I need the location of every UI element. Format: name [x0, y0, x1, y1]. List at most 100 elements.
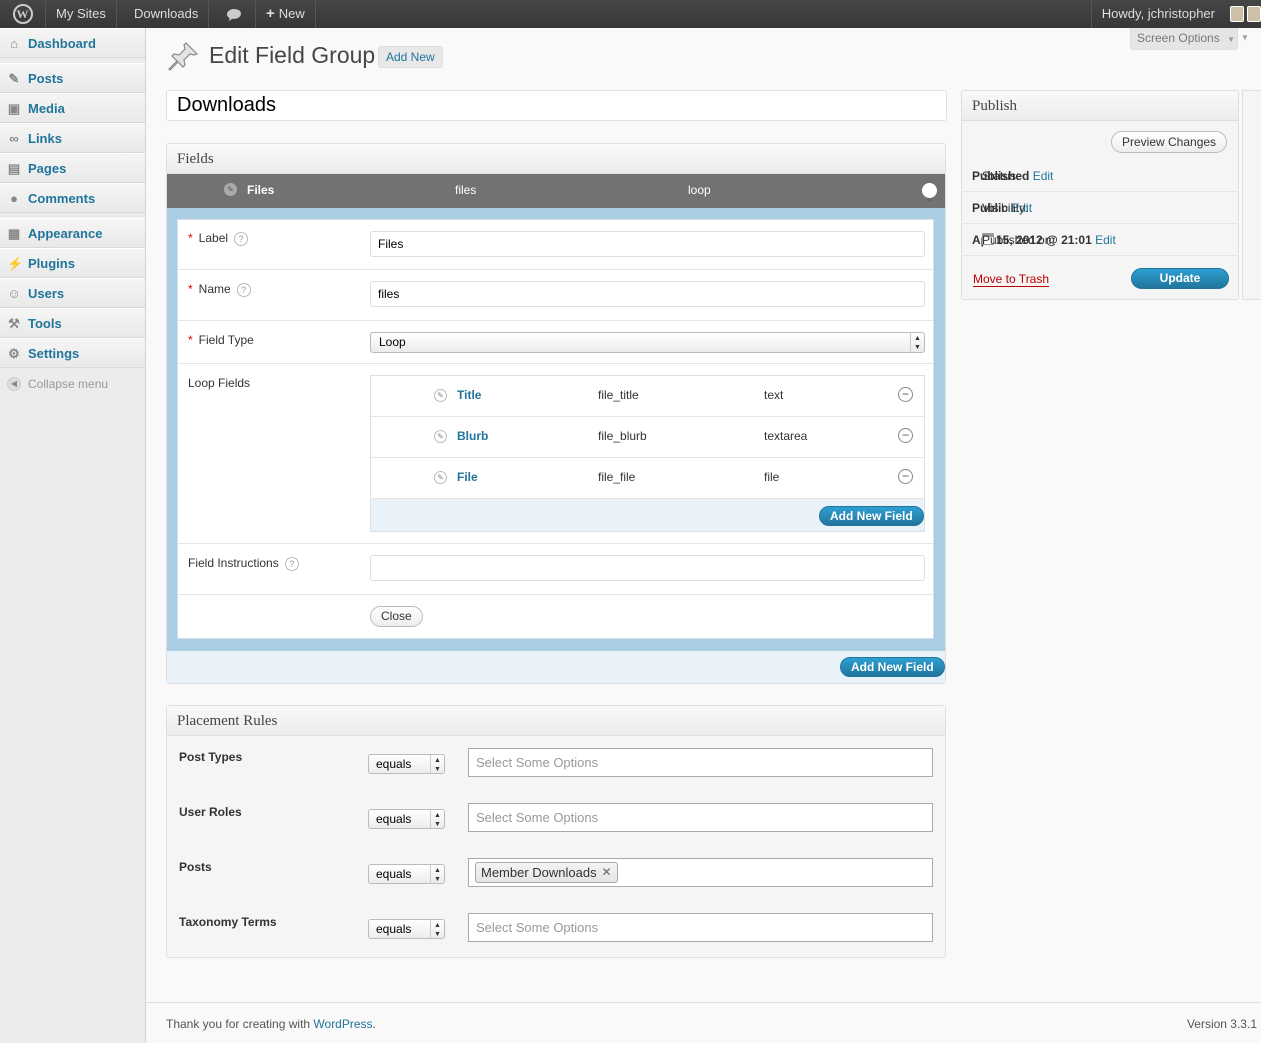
instructions-text: Field Instructions	[188, 556, 279, 570]
loop-fields-footer: Add New Field	[371, 499, 924, 531]
screen-options-button[interactable]: Screen Options ▼	[1130, 28, 1238, 50]
loop-field-name: file_blurb	[598, 429, 647, 443]
remove-chip-icon[interactable]: ✕	[602, 863, 612, 882]
page-icon: ▤	[7, 161, 21, 176]
field-label[interactable]: Files	[247, 174, 274, 206]
comment-icon: ●	[10, 191, 18, 206]
add-new-field-button[interactable]: Add New Field	[840, 657, 945, 677]
sidebar-item-dashboard[interactable]: ⌂ Dashboard	[0, 28, 145, 58]
publish-metabox: Publish Preview Changes Status: Publishe…	[961, 90, 1239, 300]
screen-options-label: Screen Options	[1137, 31, 1220, 45]
sidebar-item-users[interactable]: ☺ Users	[0, 278, 145, 308]
post-title-input[interactable]: Downloads	[166, 90, 947, 121]
pushpin-icon	[166, 40, 200, 74]
select-arrows-icon: ▲ ▼	[430, 810, 444, 828]
taxonomy-terms-operator-select[interactable]: equals ▲ ▼	[368, 919, 445, 939]
select-arrows-icon: ▲ ▼	[430, 920, 444, 938]
posts-input[interactable]: Member Downloads ✕	[468, 858, 933, 887]
instructions-row: Field Instructions?	[178, 544, 933, 595]
field-editor: * Label? Files * Name? files * Field Type L…	[177, 219, 934, 639]
sidebar-item-plugins[interactable]: ⚡ Plugins	[0, 248, 145, 278]
taxonomy-terms-input[interactable]: Select Some Options	[468, 913, 933, 942]
avatar[interactable]	[1230, 6, 1244, 22]
loop-field-type: textarea	[764, 429, 808, 443]
sidebar-item-comments[interactable]: ● Comments	[0, 183, 145, 213]
instructions-input[interactable]	[370, 555, 925, 581]
loop-add-new-field-button[interactable]: Add New Field	[819, 506, 924, 526]
remove-field-icon[interactable]: −	[898, 469, 913, 484]
sidebar-item-links[interactable]: ∞ Links	[0, 123, 145, 153]
howdy-user-link[interactable]: Howdy, jchristopher	[1090, 0, 1225, 28]
partial-metabox-edge	[1242, 90, 1261, 300]
footer-credit: Thank you for creating with WordPress.	[166, 1017, 376, 1031]
field-row-header[interactable]: ✎ Files files loop −	[167, 174, 945, 208]
selected-post-chip: Member Downloads ✕	[475, 862, 618, 883]
loop-field-row[interactable]: ✎ Title file_title text −	[371, 376, 924, 417]
close-button[interactable]: Close	[370, 606, 423, 627]
help-icon[interactable]: ?	[236, 282, 251, 297]
sidebar-item-media[interactable]: ▣ Media	[0, 93, 145, 123]
wordpress-link[interactable]: WordPress	[313, 1017, 372, 1031]
post-types-operator-select[interactable]: equals ▲ ▼	[368, 754, 445, 774]
help-tab-partial[interactable]: ▼	[1241, 28, 1261, 50]
my-sites-link[interactable]: My Sites	[46, 0, 117, 28]
field-type-text: Field Type	[198, 333, 254, 347]
tools-icon: ⚒	[8, 316, 20, 331]
add-new-button[interactable]: Add New	[378, 46, 443, 68]
loop-field-label[interactable]: File	[457, 470, 478, 484]
sidebar-item-appearance[interactable]: ▦ Appearance	[0, 218, 145, 248]
sidebar-item-label: Settings	[28, 346, 80, 361]
name-input[interactable]: files	[370, 281, 925, 307]
sidebar-item-label: Users	[28, 286, 65, 301]
sidebar-item-label: Tools	[28, 316, 62, 331]
sidebar-item-pages[interactable]: ▤ Pages	[0, 153, 145, 183]
plus-icon: +	[266, 5, 275, 22]
sidebar-item-settings[interactable]: ⚙ Settings	[0, 338, 145, 368]
label-input[interactable]: Files	[370, 231, 925, 257]
post-types-input[interactable]: Select Some Options	[468, 748, 933, 777]
select-arrows-icon: ▲ ▼	[910, 333, 924, 352]
close-row: Close	[178, 595, 933, 638]
name-text: Name	[198, 282, 231, 296]
edit-status-link[interactable]: Edit	[1033, 169, 1054, 183]
instructions-label: Field Instructions?	[188, 556, 299, 571]
site-name-link[interactable]: Downloads	[124, 0, 210, 28]
sidebar-item-label: Posts	[28, 71, 64, 86]
visibility-label: Visibility:	[982, 201, 1029, 215]
loop-field-row[interactable]: ✎ File file_file file −	[371, 458, 924, 499]
field-name: files	[455, 183, 477, 197]
remove-field-icon[interactable]: −	[898, 428, 913, 443]
posts-operator-select[interactable]: equals ▲ ▼	[368, 864, 445, 884]
update-button[interactable]: Update	[1131, 268, 1229, 289]
loop-field-row[interactable]: ✎ Blurb file_blurb textarea −	[371, 417, 924, 458]
preview-changes-button[interactable]: Preview Changes	[1111, 131, 1228, 153]
edit-date-link[interactable]: Edit	[1095, 233, 1116, 247]
published-on-row: Published on: Apr 15, 2012 @ 21:01 Edit	[962, 224, 1238, 256]
user-roles-input[interactable]: Select Some Options	[468, 803, 933, 832]
select-arrows-icon: ▲ ▼	[430, 755, 444, 773]
help-icon[interactable]: ?	[234, 231, 249, 246]
remove-field-icon[interactable]: −	[898, 387, 913, 402]
field-type: loop	[688, 183, 711, 197]
help-icon[interactable]: ?	[284, 556, 299, 571]
select-arrows-icon: ▲ ▼	[430, 865, 444, 883]
collapse-menu-button[interactable]: ◀ Collapse menu	[0, 372, 145, 396]
move-to-trash-link[interactable]: Move to Trash	[973, 272, 1050, 287]
user-roles-operator-select[interactable]: equals ▲ ▼	[368, 809, 445, 829]
sidebar-item-label: Comments	[28, 191, 96, 206]
sidebar-item-tools[interactable]: ⚒ Tools	[0, 308, 145, 338]
field-type-row: * Field Type Loop ▲ ▼	[178, 321, 933, 364]
sidebar-item-label: Dashboard	[28, 36, 96, 51]
loop-field-label[interactable]: Title	[457, 388, 481, 402]
label-field-label: * Label?	[188, 231, 249, 246]
wordpress-logo-icon[interactable]: W	[0, 0, 46, 28]
fields-metabox: Fields ✎ Files files loop − * Label? File…	[166, 143, 946, 684]
collapse-field-icon[interactable]: −	[922, 183, 937, 207]
new-content-link[interactable]: + New	[256, 0, 316, 28]
comments-bubble-icon[interactable]	[212, 0, 256, 28]
field-type-select[interactable]: Loop ▲ ▼	[370, 332, 925, 353]
loop-field-label[interactable]: Blurb	[457, 429, 488, 443]
publish-heading: Publish	[962, 91, 1238, 121]
sidebar-item-posts[interactable]: ✎ Posts	[0, 63, 145, 93]
link-icon: ∞	[9, 131, 19, 146]
